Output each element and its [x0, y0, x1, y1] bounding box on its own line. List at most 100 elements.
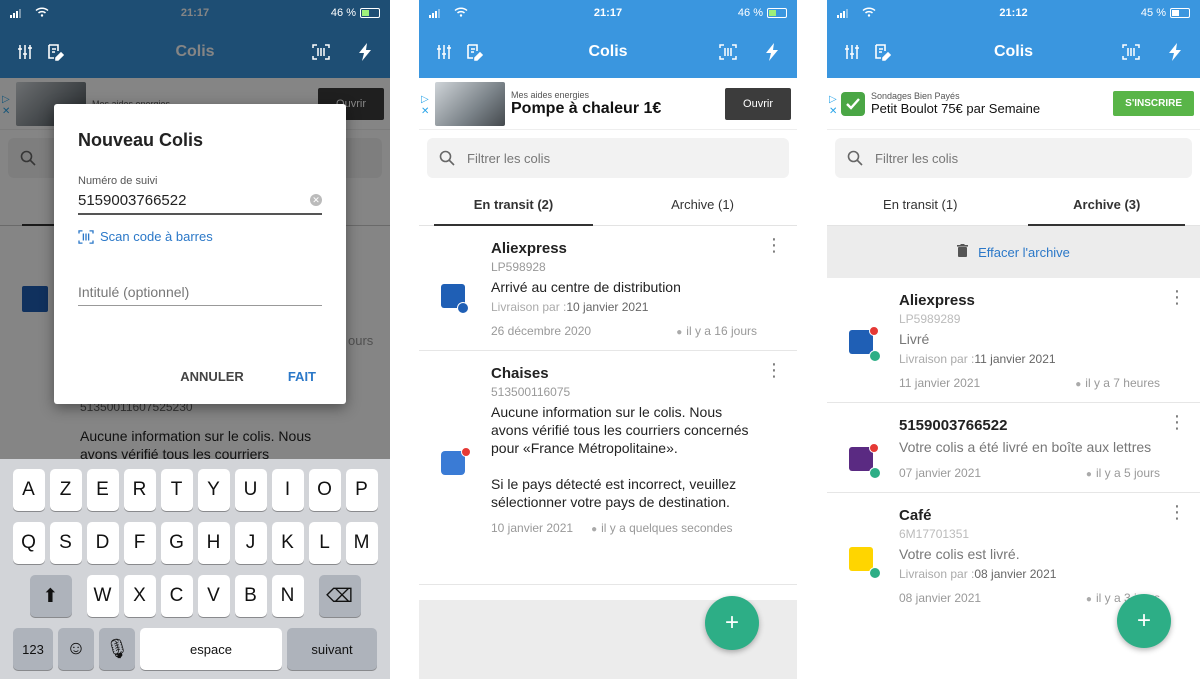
next-key[interactable]: suivant: [287, 628, 377, 670]
key-i[interactable]: I: [271, 469, 304, 511]
checkmark-logo-icon: [841, 91, 865, 116]
clear-icon[interactable]: ✕: [310, 194, 322, 206]
backspace-key[interactable]: ⌫: [318, 575, 361, 617]
keyboard-row-4: 123 ☺ 🎙 espace suivant: [4, 628, 386, 670]
key-b[interactable]: B: [234, 575, 267, 617]
key-q[interactable]: Q: [12, 522, 45, 564]
ad-banner[interactable]: ▷ ✕ Mes aides energies Pompe à chaleur 1€…: [419, 78, 797, 130]
key-t[interactable]: T: [160, 469, 193, 511]
lightning-icon[interactable]: [1160, 37, 1190, 67]
numbers-key[interactable]: 123: [13, 628, 53, 670]
key-s[interactable]: S: [49, 522, 82, 564]
search-bar[interactable]: Filtrer les colis: [835, 138, 1192, 178]
barcode-scan-icon[interactable]: [1116, 37, 1146, 67]
key-y[interactable]: Y: [197, 469, 230, 511]
edit-list-icon[interactable]: [867, 37, 897, 67]
sliders-icon[interactable]: [837, 37, 867, 67]
space-key[interactable]: espace: [140, 628, 282, 670]
add-parcel-button[interactable]: +: [1117, 594, 1171, 648]
key-x[interactable]: X: [123, 575, 156, 617]
key-h[interactable]: H: [197, 522, 230, 564]
keyboard-row-3: ⬆ WXCVBN ⌫: [4, 575, 386, 617]
parcel-name: 5159003766522: [899, 417, 1008, 434]
parcel-card[interactable]: Aliexpress LP598928 Arrivé au centre de …: [419, 226, 797, 351]
key-j[interactable]: J: [234, 522, 267, 564]
signal-wifi: [837, 6, 876, 20]
shift-key[interactable]: ⬆: [29, 575, 72, 617]
lightning-icon[interactable]: [350, 37, 380, 67]
parcel-meta: 07 janvier 2021 il y a 5 jours: [899, 466, 1160, 480]
more-vert-icon[interactable]: ⋮: [765, 236, 783, 254]
edit-list-icon[interactable]: [40, 37, 70, 67]
clear-archive-button[interactable]: Effacer l'archive: [827, 226, 1200, 278]
ad-banner[interactable]: ▷ ✕ Sondages Bien Payés Petit Boulot 75€ …: [827, 78, 1200, 130]
key-r[interactable]: R: [123, 469, 156, 511]
key-k[interactable]: K: [271, 522, 304, 564]
wifi-icon: [862, 6, 876, 20]
parcel-ago: il y a 16 jours: [676, 324, 757, 338]
parcel-meta: 08 janvier 2021 il y a 3 jours: [899, 591, 1160, 605]
key-a[interactable]: A: [12, 469, 45, 511]
ad-signup-button[interactable]: S'INSCRIRE: [1113, 91, 1194, 116]
emoji-key[interactable]: ☺: [58, 628, 94, 670]
ad-open-button[interactable]: Ouvrir: [725, 87, 791, 120]
key-g[interactable]: G: [160, 522, 193, 564]
parcel-name: Aliexpress: [899, 292, 975, 309]
key-o[interactable]: O: [308, 469, 341, 511]
key-v[interactable]: V: [197, 575, 230, 617]
more-vert-icon[interactable]: ⋮: [765, 361, 783, 379]
adchoices-icon[interactable]: ▷ ✕: [421, 94, 429, 118]
parcel-date: 07 janvier 2021: [899, 466, 982, 480]
sliders-icon[interactable]: [429, 37, 459, 67]
key-m[interactable]: M: [345, 522, 378, 564]
tab-archive[interactable]: Archive (3): [1014, 184, 1200, 226]
lightning-icon[interactable]: [757, 37, 787, 67]
more-vert-icon[interactable]: ⋮: [1168, 503, 1186, 521]
tab-in-transit[interactable]: En transit (2): [419, 184, 608, 226]
screen-new-parcel: 21:17 46 % Colis ▷✕ Mes aides energies O…: [0, 0, 390, 679]
done-button[interactable]: FAIT: [288, 369, 316, 384]
key-f[interactable]: F: [123, 522, 156, 564]
key-n[interactable]: N: [271, 575, 304, 617]
key-p[interactable]: P: [345, 469, 378, 511]
parcel-name: Aliexpress: [491, 240, 567, 257]
parcel-card[interactable]: Chaises 513500116075 Aucune information …: [419, 351, 797, 585]
key-d[interactable]: D: [86, 522, 119, 564]
key-z[interactable]: Z: [49, 469, 82, 511]
more-vert-icon[interactable]: ⋮: [1168, 413, 1186, 431]
search-bar[interactable]: Filtrer les colis: [427, 138, 789, 178]
cancel-button[interactable]: ANNULER: [180, 369, 244, 384]
parcel-ago: il y a 7 heures: [1075, 376, 1160, 390]
delivered-check-icon: [869, 567, 881, 579]
parcel-status: Votre colis est livré.: [899, 546, 1020, 562]
battery: 46 %: [738, 7, 787, 19]
tracking-number-input[interactable]: 5159003766522 ✕: [78, 187, 322, 215]
key-l[interactable]: L: [308, 522, 341, 564]
battery: 45 %: [1141, 7, 1190, 19]
battery-percent: 46 %: [737, 7, 763, 19]
tab-in-transit[interactable]: En transit (1): [827, 184, 1014, 225]
edit-list-icon[interactable]: [459, 37, 489, 67]
parcel-delivery: Livraison par :10 janvier 2021: [491, 300, 757, 314]
parcel-name-input[interactable]: Intitulé (optionnel): [78, 278, 322, 306]
battery-percent: 45 %: [1140, 7, 1166, 19]
key-c[interactable]: C: [160, 575, 193, 617]
barcode-scan-icon[interactable]: [306, 37, 336, 67]
truck-badge-icon: [457, 302, 469, 314]
parcel-card[interactable]: 5159003766522 Votre colis a été livré en…: [827, 403, 1200, 493]
barcode-scan-icon[interactable]: [713, 37, 743, 67]
key-e[interactable]: E: [86, 469, 119, 511]
microphone-icon[interactable]: 🎙: [99, 628, 135, 670]
ad-headline: Pompe à chaleur 1€: [511, 99, 662, 117]
more-vert-icon[interactable]: ⋮: [1168, 288, 1186, 306]
parcel-card[interactable]: Aliexpress LP5989289 Livré Livraison par…: [827, 278, 1200, 403]
key-w[interactable]: W: [86, 575, 119, 617]
parcel-number: LP598928: [491, 260, 546, 274]
add-parcel-button[interactable]: +: [705, 596, 759, 650]
tab-archive[interactable]: Archive (1): [608, 184, 797, 225]
adchoices-icon[interactable]: ▷ ✕: [829, 94, 837, 118]
sliders-icon[interactable]: [10, 37, 40, 67]
scan-barcode-link[interactable]: Scan code à barres: [78, 229, 322, 244]
battery: 46 %: [331, 7, 380, 19]
key-u[interactable]: U: [234, 469, 267, 511]
